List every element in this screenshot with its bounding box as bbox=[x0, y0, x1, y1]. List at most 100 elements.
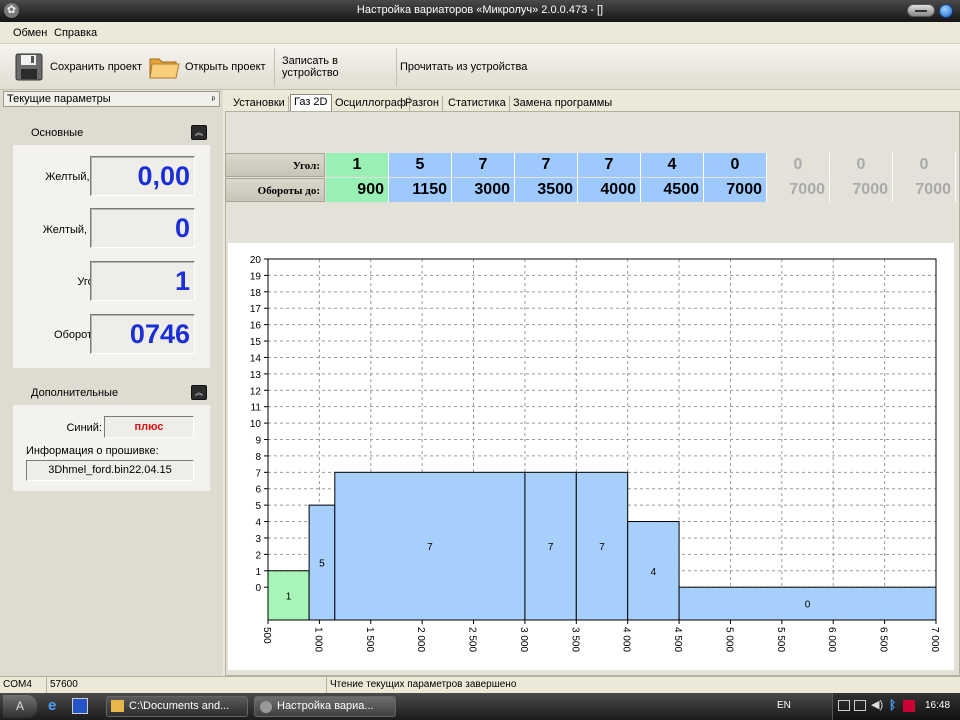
main-group-body: Желтый, В: 0,00 Желтый, %: 0 Угол: 1 Обо… bbox=[13, 145, 210, 368]
y-tick-label: 17 bbox=[250, 304, 262, 315]
start-button[interactable]: A bbox=[3, 695, 37, 718]
angle-cell[interactable]: 0 bbox=[704, 153, 767, 177]
bluetooth-icon[interactable]: ᛒ bbox=[889, 698, 896, 712]
write-to-device-button[interactable]: Записать в устройство bbox=[278, 44, 396, 89]
main-group-header: Основные ︽ bbox=[13, 122, 210, 144]
step-chart: 157 7 740012345678910111213141516171819205… bbox=[250, 255, 940, 652]
extra-group-header: Дополнительные ︽ bbox=[13, 382, 210, 404]
system-tray: ◀) ᛒ 16:48 bbox=[832, 693, 960, 720]
angle-cell[interactable]: 0 bbox=[767, 153, 830, 177]
x-tick-label: 6 500 bbox=[878, 627, 889, 652]
taskbar-variator-app[interactable]: Настройка вариа... bbox=[254, 696, 396, 717]
rpm-cell[interactable]: 1150 bbox=[389, 178, 452, 202]
tab-replace-program[interactable]: Замена программы bbox=[510, 96, 615, 112]
blue-wire-value: плюс bbox=[104, 416, 194, 438]
x-tick-label: 2 500 bbox=[467, 627, 478, 652]
angle-rpm-grid: Угол: Обороты до: 1 900 5 1150 7 3000 7 3500 7 40… bbox=[225, 152, 956, 202]
angle-cell[interactable]: 5 bbox=[389, 153, 452, 177]
tab-oscilloscope[interactable]: Осциллограф bbox=[332, 96, 410, 112]
toolbar-separator bbox=[274, 48, 275, 86]
tab-acceleration[interactable]: Разгон bbox=[402, 96, 443, 112]
read-from-device-label: Прочитать из устройства bbox=[400, 60, 528, 73]
status-message: Чтение текущих параметров завершено bbox=[330, 679, 517, 690]
x-tick-label: 3 500 bbox=[569, 627, 580, 652]
angle-row-label: Угол: bbox=[225, 153, 325, 177]
title-bar: ✿ Настройка вариаторов «Микролуч» 2.0.0.… bbox=[0, 0, 960, 22]
rpm-cell[interactable]: 900 bbox=[326, 178, 389, 202]
rpm-cell[interactable]: 3000 bbox=[452, 178, 515, 202]
x-tick-label: 1 000 bbox=[312, 627, 323, 652]
yellow-percent-value: 0 bbox=[90, 208, 195, 248]
rpm-cell[interactable]: 7000 bbox=[830, 178, 893, 202]
y-tick-label: 1 bbox=[255, 567, 261, 578]
firmware-label: Информация о прошивке: bbox=[26, 445, 159, 457]
volume-icon[interactable]: ◀) bbox=[871, 698, 883, 711]
angle-cell[interactable]: 7 bbox=[452, 153, 515, 177]
menu-bar: Обмен Справка bbox=[0, 22, 960, 44]
y-tick-label: 9 bbox=[255, 436, 261, 447]
toolbar: Сохранить проект Открыть проект Записать… bbox=[0, 44, 960, 90]
y-tick-label: 8 bbox=[255, 452, 261, 463]
minimize-button[interactable] bbox=[907, 4, 935, 17]
angle-cell[interactable]: 1 bbox=[326, 153, 389, 177]
taskbar-documents[interactable]: C:\Documents and... bbox=[106, 696, 248, 717]
y-tick-label: 11 bbox=[251, 403, 262, 414]
firmware-value: 3Dhmel_ford.bin22.04.15 bbox=[26, 460, 194, 481]
rpm-cell[interactable]: 3500 bbox=[515, 178, 578, 202]
folder-icon bbox=[149, 58, 180, 78]
internet-explorer-icon[interactable]: e bbox=[48, 698, 64, 714]
x-tick-label: 4 500 bbox=[672, 627, 683, 652]
angle-cell[interactable]: 4 bbox=[641, 153, 704, 177]
network-icon[interactable] bbox=[838, 700, 850, 711]
y-tick-label: 0 bbox=[255, 583, 261, 594]
angle-cell[interactable]: 0 bbox=[830, 153, 893, 177]
yellow-volts-value: 0,00 bbox=[90, 156, 195, 196]
main-group-title: Основные bbox=[31, 127, 84, 139]
minimize-icon bbox=[915, 10, 927, 12]
floppy-disk-icon bbox=[15, 53, 43, 80]
angle-cell[interactable]: 7 bbox=[515, 153, 578, 177]
bar-value-label: 4 bbox=[651, 567, 657, 578]
rpm-cell[interactable]: 7000 bbox=[893, 178, 956, 202]
menu-exchange[interactable]: Обмен bbox=[13, 27, 47, 39]
x-tick-label: 3 000 bbox=[518, 627, 529, 652]
panel-header: Текущие параметры ᵖ bbox=[3, 91, 220, 107]
rpm-value: 0746 bbox=[90, 314, 195, 354]
language-indicator[interactable]: EN bbox=[777, 700, 791, 711]
rpm-cell[interactable]: 7000 bbox=[767, 178, 830, 202]
y-tick-label: 14 bbox=[250, 353, 262, 364]
save-project-button[interactable]: Сохранить проект bbox=[10, 44, 142, 89]
y-tick-label: 12 bbox=[250, 386, 262, 397]
taskbar-documents-label: C:\Documents and... bbox=[129, 700, 230, 712]
x-tick-label: 2 000 bbox=[415, 627, 426, 652]
open-project-button[interactable]: Открыть проект bbox=[144, 44, 268, 89]
angle-cell[interactable]: 0 bbox=[893, 153, 956, 177]
read-from-device-button[interactable]: Прочитать из устройства bbox=[396, 44, 528, 89]
y-tick-label: 6 bbox=[255, 485, 261, 496]
window-title: Настройка вариаторов «Микролуч» 2.0.0.47… bbox=[356, 4, 604, 16]
rpm-cell[interactable]: 4000 bbox=[578, 178, 641, 202]
y-tick-label: 19 bbox=[250, 271, 262, 282]
tab-gas-2d[interactable]: Газ 2D bbox=[290, 94, 332, 112]
quick-launch-icon[interactable] bbox=[72, 698, 88, 714]
angle-cell[interactable]: 7 bbox=[578, 153, 641, 177]
close-button[interactable] bbox=[939, 4, 953, 18]
tab-bar: Установки Газ 2D Осциллограф Разгон Стат… bbox=[228, 94, 960, 112]
save-project-label: Сохранить проект bbox=[50, 60, 143, 73]
collapse-button[interactable]: ︽ bbox=[191, 385, 207, 400]
y-tick-label: 20 bbox=[250, 255, 262, 266]
rpm-cell[interactable]: 4500 bbox=[641, 178, 704, 202]
y-tick-label: 15 bbox=[250, 337, 262, 348]
tab-settings[interactable]: Установки bbox=[230, 96, 289, 112]
bar-value-label: 5 bbox=[319, 559, 325, 570]
collapse-button[interactable]: ︽ bbox=[191, 125, 207, 140]
app-icon bbox=[260, 701, 272, 713]
menu-help[interactable]: Справка bbox=[54, 27, 97, 39]
tray-app-icon[interactable] bbox=[903, 700, 915, 712]
taskbar: A e C:\Documents and... Настройка вариа.… bbox=[0, 693, 960, 720]
x-tick-label: 1 500 bbox=[364, 627, 375, 652]
pin-icon[interactable]: ᵖ bbox=[212, 92, 215, 106]
tab-statistics[interactable]: Статистика bbox=[445, 96, 510, 112]
network-icon[interactable] bbox=[854, 700, 866, 711]
rpm-cell[interactable]: 7000 bbox=[704, 178, 767, 202]
